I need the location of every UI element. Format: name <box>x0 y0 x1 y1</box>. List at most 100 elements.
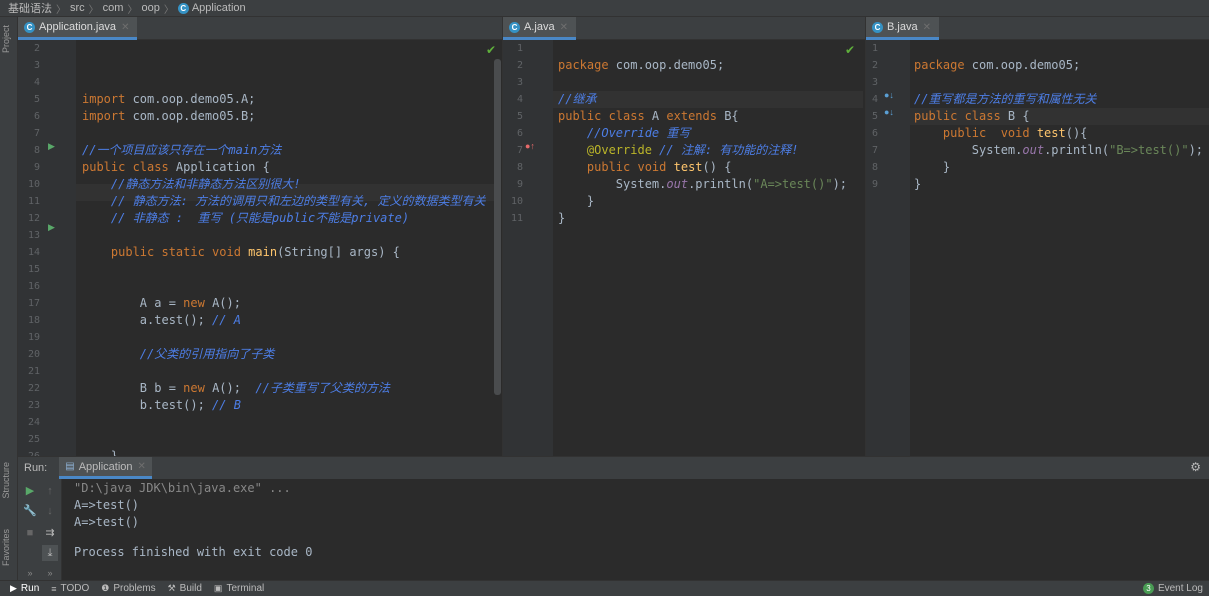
line-number: 7 <box>516 145 523 156</box>
tab-a-java[interactable]: C A.java ✕ <box>503 17 576 40</box>
run-gutter-icon[interactable]: ▶ <box>48 222 55 233</box>
bottom-tab-build[interactable]: ⚒ Build <box>168 583 202 594</box>
breadcrumb-item-com[interactable]: com <box>103 2 124 14</box>
console-icon: ▤ <box>65 461 75 472</box>
expand-icon[interactable]: » <box>42 565 58 581</box>
code-token: B{ <box>716 109 739 123</box>
line-number: 6 <box>33 111 40 122</box>
code-token: com.oop.demo05; <box>964 58 1081 72</box>
arrow-down-icon[interactable]: ↓ <box>42 503 58 519</box>
code-token: new <box>183 381 205 395</box>
code-line-19: //父类的引用指向了子类 <box>82 347 274 361</box>
bottom-tab-terminal[interactable]: ▣ Terminal <box>214 583 264 594</box>
tab-application-java[interactable]: C Application.java ✕ <box>18 17 138 40</box>
line-number: 19 <box>27 332 40 343</box>
event-log[interactable]: 3 Event Log <box>1142 583 1203 594</box>
chevron-right-icon: 〉 <box>127 4 138 16</box>
line-number: 13 <box>27 230 40 241</box>
overridden-gutter-icon[interactable]: ●↓ <box>884 107 894 117</box>
rerun-icon[interactable]: ▶ <box>22 483 38 499</box>
breadcrumb-class-label: Application <box>191 2 246 14</box>
code-token: b.test(); <box>139 398 213 412</box>
code-token: a.test(); <box>139 313 213 327</box>
editor-pane-b: C B.java ✕ 1 2 3 4 5 6 7 8 9 ●↓ ●↓ package com.o… <box>866 17 1209 456</box>
code-line-7: //一个项目应该只存在一个main方法 <box>82 143 281 157</box>
code-line-4: public class B { <box>914 109 1030 123</box>
line-number: 10 <box>27 179 40 190</box>
line-number: 3 <box>33 60 40 71</box>
code-token: com.oop.demo05.A; <box>125 92 256 106</box>
code-token: out <box>1022 143 1045 157</box>
code-line-3: //重写都是方法的重写和属性无关 <box>914 92 1096 106</box>
breadcrumb-item-class[interactable]: C Application <box>177 2 246 14</box>
breadcrumb-item-src[interactable]: src <box>70 2 85 14</box>
check-icon: ✔ <box>486 43 497 57</box>
bottom-tab-problems[interactable]: ❶ Problems <box>101 583 155 594</box>
line-number: 4 <box>871 94 878 105</box>
code-token: // 非静态 : 重写 (只能是public不能是private) <box>110 211 410 225</box>
line-number: 9 <box>871 179 878 190</box>
scroll-to-end-icon[interactable]: ⤓ <box>42 545 58 561</box>
code-token: } <box>914 177 922 191</box>
breadcrumb-item-module[interactable]: 基础语法 <box>8 0 52 16</box>
tab-run-application[interactable]: ▤ Application ✕ <box>59 457 152 479</box>
code-line-9: //静态方法和非静态方法区别很大! <box>82 177 301 191</box>
bottom-tab-todo[interactable]: ≡ TODO <box>51 583 89 594</box>
hammer-icon: ⚒ <box>167 583 176 593</box>
code-token: Application { <box>168 160 270 174</box>
arrow-up-icon[interactable]: ↑ <box>42 483 58 499</box>
soft-wrap-icon[interactable]: ⇉ <box>42 525 58 541</box>
override-gutter-icon[interactable]: ●↑ <box>525 141 535 151</box>
line-number: 23 <box>27 400 40 411</box>
chevron-right-icon: 〉 <box>88 4 99 16</box>
line-number: 3 <box>871 77 878 88</box>
breadcrumb-item-oop[interactable]: oop <box>141 2 159 14</box>
code-token: // 静态方法: 方法的调用只和左边的类型有关, 定义的数据类型有关 <box>110 194 486 208</box>
terminal-icon: ▣ <box>213 583 223 593</box>
expand-icon[interactable]: » <box>22 565 38 581</box>
line-number: 17 <box>27 298 40 309</box>
event-count-badge: 3 <box>1142 583 1154 594</box>
close-icon[interactable]: ✕ <box>923 22 931 33</box>
close-icon[interactable]: ✕ <box>121 22 129 33</box>
event-log-label: Event Log <box>1157 583 1203 594</box>
run-label: Run: <box>24 462 48 474</box>
overridden-gutter-icon[interactable]: ●↓ <box>884 90 894 100</box>
line-number: 8 <box>871 162 878 173</box>
code-line-13: public static void main(String[] args) { <box>82 245 400 259</box>
code-line-10: // 静态方法: 方法的调用只和左边的类型有关, 定义的数据类型有关 <box>82 194 486 208</box>
editor-pane-application: C Application.java ✕ 2 3 4 5 6 7 8 9 10 11 12 13 14 1… <box>18 17 503 456</box>
code-line-8: public class Application { <box>82 160 270 174</box>
tab-b-java[interactable]: C B.java ✕ <box>866 17 939 40</box>
close-icon[interactable]: ✕ <box>138 461 146 472</box>
code-line-1: package com.oop.demo05; <box>914 58 1080 72</box>
code-token: "B=>test()" <box>1109 143 1189 157</box>
code-area[interactable]: package com.oop.demo05; //重写都是方法的重写和属性无关… <box>914 40 1203 210</box>
code-line-17: a.test(); // A <box>82 313 241 327</box>
line-number: 1 <box>516 43 523 54</box>
code-token: package <box>558 58 609 72</box>
project-tool-tab[interactable]: Project <box>1 25 11 53</box>
wrench-icon[interactable]: 🔧 <box>22 503 38 519</box>
code-area[interactable]: package com.oop.demo05; //继承 public clas… <box>558 40 847 244</box>
favorites-tool-tab[interactable]: Favorites <box>1 529 11 566</box>
gear-icon[interactable]: ⚙ <box>1190 460 1201 474</box>
code-area[interactable]: import com.oop.demo05.A; import com.oop.… <box>82 40 485 456</box>
line-number: 7 <box>871 145 878 156</box>
stop-icon[interactable]: ■ <box>22 525 38 541</box>
console-line-5: Process finished with exit code 0 <box>74 545 313 559</box>
code-token: "A=>test()" <box>753 177 833 191</box>
structure-tool-tab[interactable]: Structure <box>1 462 11 499</box>
line-number: 4 <box>516 94 523 105</box>
bottom-tab-run[interactable]: ▶ Run <box>10 583 39 594</box>
code-token: public void <box>942 126 1030 140</box>
editor-scrollbar[interactable] <box>494 59 501 395</box>
code-line-7: public void test() { <box>558 160 732 174</box>
code-token: test <box>666 160 703 174</box>
close-icon[interactable]: ✕ <box>560 22 568 33</box>
line-number: 8 <box>516 162 523 173</box>
run-gutter-icon[interactable]: ▶ <box>48 141 55 152</box>
